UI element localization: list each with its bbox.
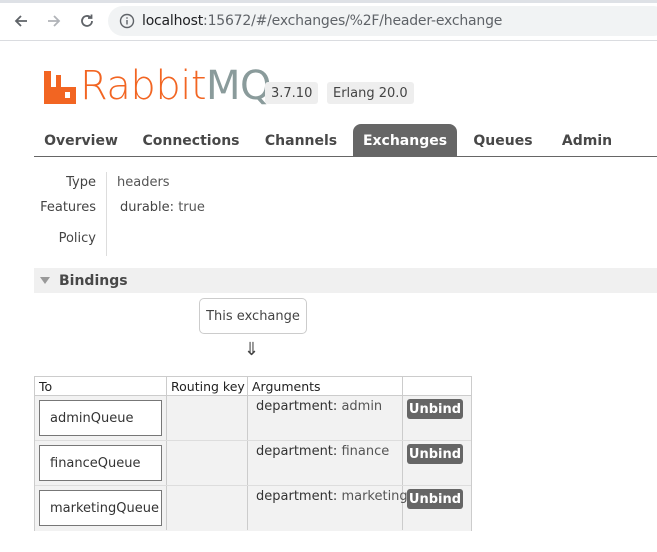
rabbitmq-logo[interactable]: RabbitMQTM [44,63,279,109]
tab-admin[interactable]: Admin [554,124,620,157]
tab-connections[interactable]: Connections [138,124,244,157]
action-cell: Unbind [403,441,471,485]
this-exchange-box: This exchange [199,298,307,334]
forward-button[interactable] [43,10,65,32]
unbind-button[interactable]: Unbind [407,489,463,509]
to-cell: marketingQueue [35,486,167,530]
browser-toolbar: localhost:15672/#/exchanges/%2F/header-e… [0,0,657,41]
routing-key-cell [167,396,248,440]
queue-link[interactable]: adminQueue [39,400,162,436]
action-cell: Unbind [403,396,471,440]
features-value: durable: true [120,200,205,215]
down-arrow-icon: ⇓ [244,339,260,360]
type-label: Type [66,175,96,190]
routing-key-cell [167,486,248,530]
queue-link[interactable]: financeQueue [39,445,162,481]
action-cell: Unbind [403,486,471,530]
table-row: adminQueue department: admin Unbind [35,396,471,441]
url-text[interactable]: localhost:15672/#/exchanges/%2F/header-e… [142,13,502,29]
argument: department: marketing [256,489,408,504]
to-cell: financeQueue [35,441,167,485]
col-arguments: Arguments [248,377,403,395]
bindings-table: To Routing key Arguments adminQueue depa… [34,376,472,531]
reload-icon [81,14,93,27]
table-row: financeQueue department: finance Unbind [35,441,471,486]
features-label: Features [40,200,96,215]
back-button[interactable] [10,10,32,32]
col-routing-key: Routing key [167,377,248,395]
argument-key: department: [256,444,338,459]
forward-arrow-icon [48,15,61,27]
back-arrow-icon [14,15,27,27]
tab-overview[interactable]: Overview [34,124,128,157]
tab-queues[interactable]: Queues [467,124,539,157]
argument-value: finance [341,444,390,459]
collapse-triangle-icon [40,277,50,284]
info-icon[interactable] [119,13,135,29]
bindings-section-header[interactable]: Bindings [34,268,657,293]
reload-button[interactable] [76,10,98,32]
erlang-badge: Erlang 20.0 [327,82,414,104]
bindings-title: Bindings [59,272,128,289]
logo-text-mq: MQ [206,63,272,109]
tab-strip [0,0,657,3]
col-to: To [35,377,167,395]
logo-text-rabbit: Rabbit [80,63,207,109]
tab-exchanges[interactable]: Exchanges [353,124,457,157]
type-value: headers [117,175,170,190]
url-path: :15672/#/exchanges/%2F/header-exchange [203,13,503,29]
unbind-button[interactable]: Unbind [407,444,463,464]
features-val: true [178,200,205,215]
main-nav: Overview Connections Channels Exchanges … [34,124,657,157]
table-header: To Routing key Arguments [35,377,471,396]
version-badge: 3.7.10 [265,82,319,104]
table-row: marketingQueue department: marketing Unb… [35,486,471,531]
arguments-cell: department: admin [248,396,403,440]
unbind-button[interactable]: Unbind [407,399,463,419]
argument-value: marketing [341,489,408,504]
col-actions [403,377,471,395]
argument: department: finance [256,444,389,459]
argument-key: department: [256,489,338,504]
arguments-cell: department: finance [248,441,403,485]
to-cell: adminQueue [35,396,167,440]
argument-key: department: [256,399,338,414]
address-bar[interactable]: localhost:15672/#/exchanges/%2F/header-e… [108,6,657,36]
features-key: durable: [120,200,175,215]
arguments-cell: department: marketing [248,486,408,530]
tab-channels[interactable]: Channels [258,124,344,157]
routing-key-cell [167,441,248,485]
argument-value: admin [341,399,383,414]
queue-link[interactable]: marketingQueue [39,490,162,526]
rabbitmq-logo-icon [44,71,76,104]
props-divider [106,172,107,256]
url-host: localhost [142,13,204,29]
policy-label: Policy [58,231,96,246]
argument: department: admin [256,399,382,414]
